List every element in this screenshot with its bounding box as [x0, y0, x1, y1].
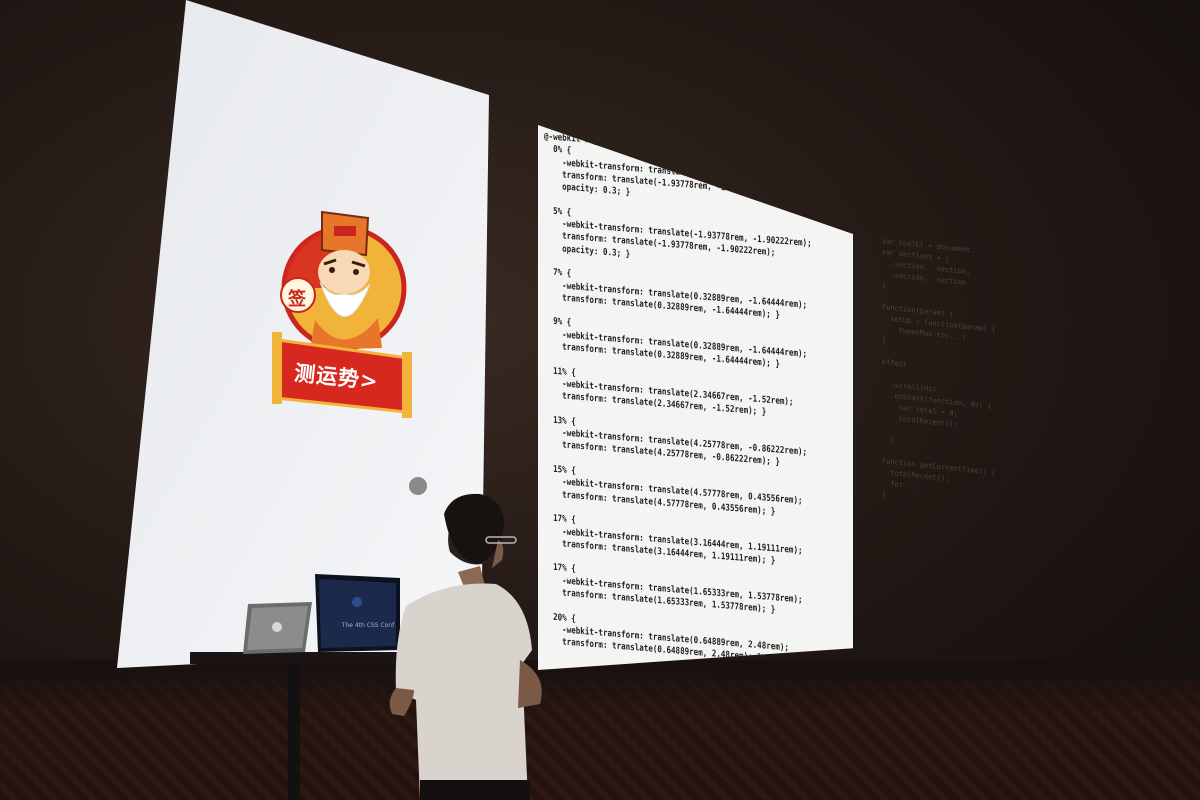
- laptop-main-icon: [315, 574, 400, 652]
- laptop-screen-label: The 4th CSS Conf: [341, 622, 395, 629]
- lectern-top: [190, 652, 400, 664]
- presenter-area: [190, 493, 542, 800]
- lectern-leg: [288, 664, 300, 800]
- conference-scene: var toolEl = document. var sections = [ …: [0, 0, 1200, 800]
- presenter-person: [389, 493, 542, 800]
- laptop-small-icon: [243, 602, 312, 654]
